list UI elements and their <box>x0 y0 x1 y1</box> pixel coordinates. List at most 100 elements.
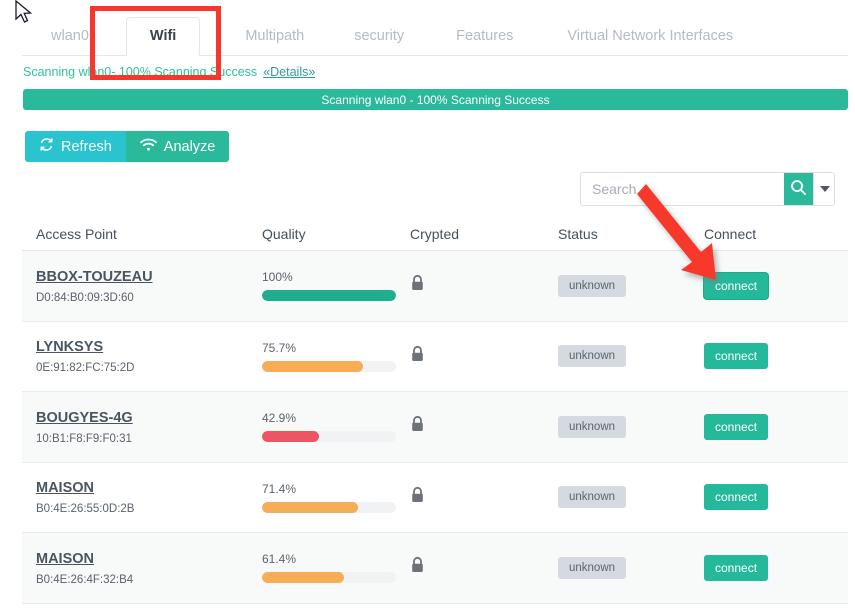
quality-bar-track <box>262 431 396 442</box>
quality-label: 100% <box>262 270 410 284</box>
search-icon <box>790 179 807 199</box>
cell-status: unknown <box>558 557 704 579</box>
access-point-mac: B0:4E:26:55:0D:2B <box>36 503 262 515</box>
lock-icon <box>410 561 425 578</box>
quality-bar-fill <box>262 572 344 583</box>
connect-button[interactable]: connect <box>704 414 768 440</box>
tab-security[interactable]: security <box>353 28 405 56</box>
chevron-down-icon <box>820 186 830 192</box>
access-point-name-link[interactable]: MAISON <box>36 479 262 499</box>
cell-quality: 71.4% <box>262 482 410 513</box>
status-badge: unknown <box>558 416 626 438</box>
tab-bar: wlan0 Wifi Multipath security Features V… <box>22 14 848 56</box>
cell-crypted <box>410 274 558 297</box>
column-header-crypted: Crypted <box>410 226 558 242</box>
access-point-name-link[interactable]: LYNKSYS <box>36 338 262 358</box>
quality-bar-fill <box>262 290 396 301</box>
tab-features-label: Features <box>456 28 513 44</box>
cell-quality: 75.7% <box>262 341 410 372</box>
access-point-mac: 0E:91:82:FC:75:2D <box>36 362 262 374</box>
access-point-table: Access Point Quality Crypted Status Conn… <box>22 218 848 604</box>
tab-multipath-label: Multipath <box>245 28 304 44</box>
column-header-access-point: Access Point <box>22 226 262 242</box>
tab-virtual-network-interfaces[interactable]: Virtual Network Interfaces <box>566 28 734 56</box>
search-input[interactable] <box>581 173 784 205</box>
status-badge: unknown <box>558 486 626 508</box>
lock-icon <box>410 420 425 437</box>
cell-crypted <box>410 415 558 438</box>
lock-icon <box>410 491 425 508</box>
connect-button[interactable]: connect <box>704 343 768 369</box>
quality-bar-fill <box>262 361 363 372</box>
cell-status: unknown <box>558 345 704 367</box>
refresh-icon <box>39 137 54 156</box>
quality-bar-track <box>262 361 396 372</box>
quality-label: 42.9% <box>262 411 410 425</box>
scan-progress-banner-text: Scanning wlan0 - 100% Scanning Success <box>321 93 549 107</box>
quality-label: 75.7% <box>262 341 410 355</box>
cell-access-point: BBOX-TOUZEAU D0:84:B0:09:3D:60 <box>22 268 262 304</box>
access-point-name-link[interactable]: MAISON <box>36 550 262 570</box>
access-point-mac: 10:B1:F8:F9:F0:31 <box>36 433 262 445</box>
tab-features[interactable]: Features <box>455 28 514 56</box>
search-options-dropdown-button[interactable] <box>813 173 835 205</box>
tab-wifi[interactable]: Wifi <box>126 17 200 57</box>
access-point-mac: D0:84:B0:09:3D:60 <box>36 292 262 304</box>
column-header-quality: Quality <box>262 226 410 242</box>
wifi-scan-page: wlan0 Wifi Multipath security Features V… <box>0 0 855 612</box>
quality-label: 71.4% <box>262 482 410 496</box>
status-badge: unknown <box>558 345 626 367</box>
lock-icon <box>410 350 425 367</box>
connect-button[interactable]: connect <box>704 555 768 581</box>
status-badge: unknown <box>558 557 626 579</box>
refresh-button[interactable]: Refresh <box>25 131 126 162</box>
connect-button[interactable]: connect <box>704 484 768 510</box>
access-point-name-link[interactable]: BBOX-TOUZEAU <box>36 268 262 288</box>
column-header-status: Status <box>558 226 704 242</box>
quality-bar-fill <box>262 431 319 442</box>
cell-access-point: MAISON B0:4E:26:55:0D:2B <box>22 479 262 515</box>
cell-quality: 61.4% <box>262 552 410 583</box>
quality-bar-track <box>262 572 396 583</box>
table-body: BBOX-TOUZEAU D0:84:B0:09:3D:60100% unknown… <box>22 251 848 604</box>
lock-icon <box>410 279 425 296</box>
cell-connect: connect <box>704 273 844 299</box>
cell-quality: 100% <box>262 270 410 301</box>
cell-status: unknown <box>558 416 704 438</box>
table-row: BBOX-TOUZEAU D0:84:B0:09:3D:60100% unknown… <box>22 251 848 322</box>
cell-connect: connect <box>704 414 844 440</box>
tab-security-label: security <box>354 28 404 44</box>
table-row: MAISON B0:4E:26:55:0D:2B71.4% unknown conne… <box>22 463 848 534</box>
tab-wifi-label: Wifi <box>150 28 176 44</box>
scan-details-link[interactable]: «Details» <box>263 65 315 79</box>
action-button-group: Refresh Analyze <box>25 131 229 162</box>
quality-bar-track <box>262 502 396 513</box>
scan-progress-banner: Scanning wlan0 - 100% Scanning Success <box>23 89 848 110</box>
cell-crypted <box>410 486 558 509</box>
cell-status: unknown <box>558 486 704 508</box>
cell-access-point: BOUGYES-4G 10:B1:F8:F9:F0:31 <box>22 409 262 445</box>
status-badge: unknown <box>558 275 626 297</box>
cell-access-point: LYNKSYS 0E:91:82:FC:75:2D <box>22 338 262 374</box>
tab-multipath[interactable]: Multipath <box>244 28 305 56</box>
access-point-mac: B0:4E:26:4F:32:B4 <box>36 574 262 586</box>
quality-bar-fill <box>262 502 358 513</box>
table-row: MAISON B0:4E:26:4F:32:B461.4% unknown conne… <box>22 533 848 604</box>
cell-access-point: MAISON B0:4E:26:4F:32:B4 <box>22 550 262 586</box>
tab-wlan0[interactable]: wlan0 <box>50 28 90 56</box>
search-bar <box>580 172 835 206</box>
quality-bar-track <box>262 290 396 301</box>
column-header-connect: Connect <box>704 226 844 242</box>
cell-quality: 42.9% <box>262 411 410 442</box>
access-point-name-link[interactable]: BOUGYES-4G <box>36 409 262 429</box>
table-row: BOUGYES-4G 10:B1:F8:F9:F0:3142.9% unknown c… <box>22 392 848 463</box>
analyze-button-label: Analyze <box>164 139 216 155</box>
connect-button[interactable]: connect <box>704 273 768 299</box>
cell-crypted <box>410 345 558 368</box>
cell-connect: connect <box>704 343 844 369</box>
wifi-icon <box>140 138 157 156</box>
scan-status-text: Scanning wlan0- 100% Scanning Success <box>23 65 257 79</box>
cell-status: unknown <box>558 275 704 297</box>
analyze-button[interactable]: Analyze <box>126 131 230 162</box>
search-button[interactable] <box>784 173 813 205</box>
